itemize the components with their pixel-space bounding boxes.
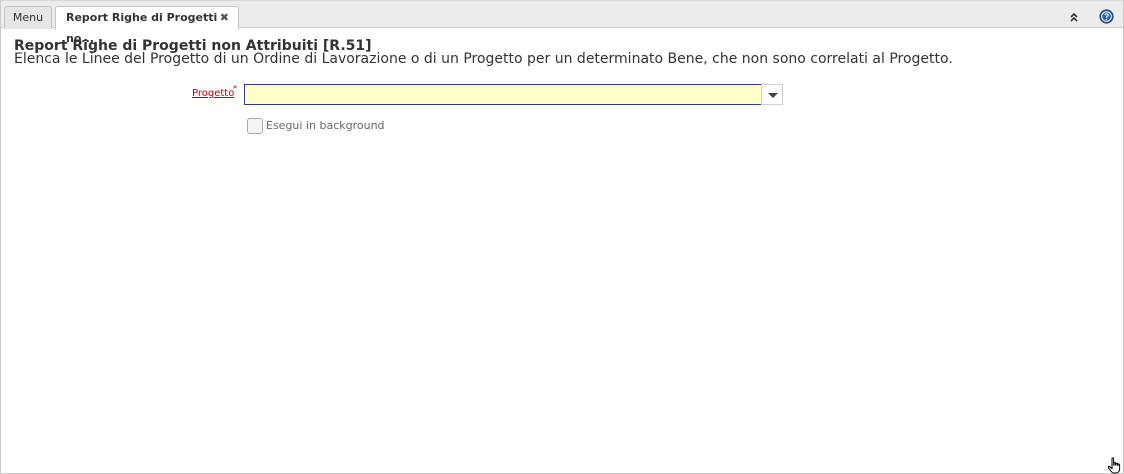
background-checkbox-label[interactable]: Esegui in background: [266, 119, 385, 132]
background-checkbox[interactable]: [247, 118, 263, 134]
help-icon[interactable]: [1099, 9, 1114, 24]
double-chevron-up-icon[interactable]: [1067, 9, 1081, 23]
project-field-label[interactable]: Progetto: [192, 88, 234, 99]
tab-menu[interactable]: Menu: [4, 6, 52, 29]
project-combobox: [244, 84, 783, 105]
page-description: Elenca le Linee del Progetto di un Ordin…: [14, 51, 953, 67]
report-window: Menu Report Righe di Progetti no... ✖ Re…: [0, 0, 1124, 474]
required-marker: *: [233, 84, 237, 93]
tab-bar: Menu Report Righe di Progetti no... ✖: [1, 0, 1123, 45]
tab-menu-label: Menu: [12, 11, 44, 24]
project-dropdown-button[interactable]: [761, 84, 783, 105]
hand-pointer-icon: [1107, 457, 1123, 474]
chevron-down-icon: [768, 93, 778, 98]
close-tab-icon[interactable]: ✖: [220, 7, 229, 28]
tab-report[interactable]: Report Righe di Progetti no... ✖: [55, 6, 239, 45]
project-input[interactable]: [244, 84, 762, 105]
